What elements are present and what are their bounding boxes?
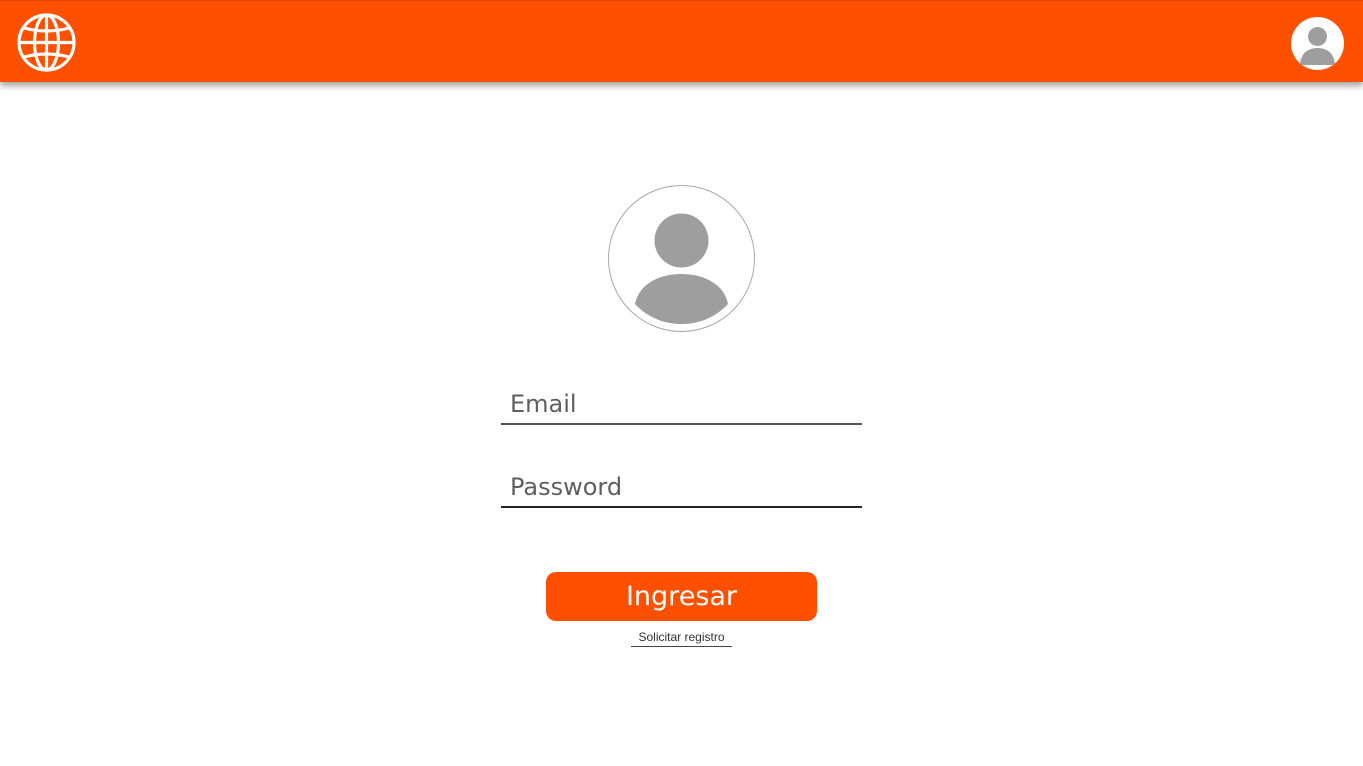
user-avatar-icon[interactable] bbox=[1291, 17, 1344, 70]
password-input[interactable] bbox=[501, 468, 862, 506]
globe-icon[interactable] bbox=[16, 12, 77, 73]
login-button[interactable]: Ingresar bbox=[546, 572, 817, 621]
email-input[interactable] bbox=[501, 385, 862, 423]
top-navigation-bar bbox=[0, 0, 1363, 82]
email-field[interactable] bbox=[501, 385, 862, 425]
profile-avatar-icon bbox=[608, 185, 755, 332]
password-field[interactable] bbox=[501, 468, 862, 508]
register-link[interactable]: Solicitar registro bbox=[631, 630, 732, 647]
